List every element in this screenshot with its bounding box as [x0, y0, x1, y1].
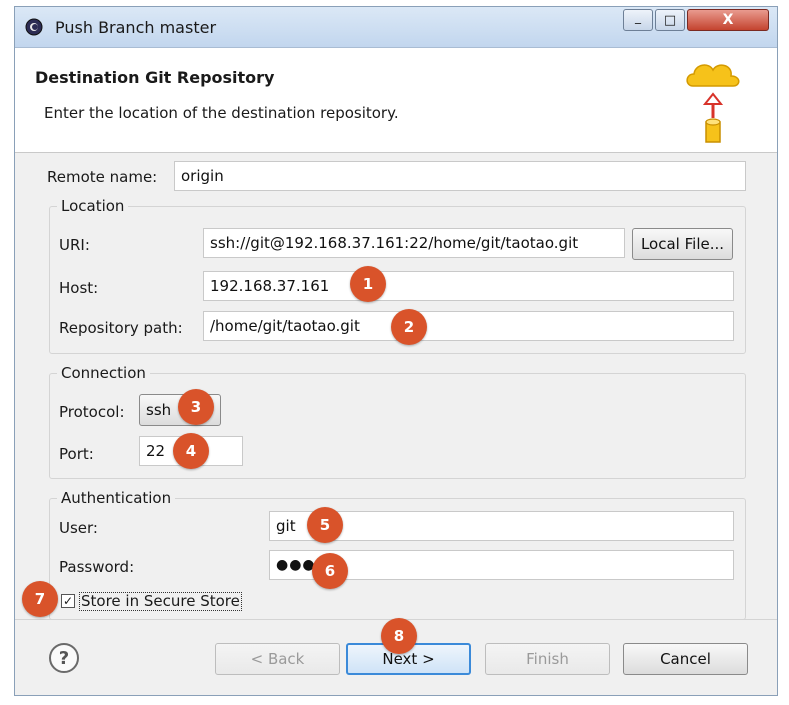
port-label: Port: [59, 445, 94, 463]
annotation-badge: 4 [173, 433, 209, 469]
minimize-button[interactable]: _ [623, 9, 653, 31]
window-title: Push Branch master [55, 18, 217, 37]
close-button[interactable]: X [687, 9, 769, 31]
checkmark-icon: ✓ [62, 594, 74, 608]
page-description: Enter the location of the destination re… [44, 104, 399, 122]
authentication-group-title: Authentication [57, 489, 176, 507]
eclipse-icon [25, 18, 43, 36]
minimize-icon: _ [635, 10, 641, 24]
host-input[interactable]: 192.168.37.161 [203, 271, 734, 301]
user-label: User: [59, 519, 98, 537]
annotation-badge: 8 [381, 618, 417, 654]
annotation-badge: 6 [312, 553, 348, 589]
protocol-value: ssh [146, 401, 172, 419]
annotation-badge: 1 [350, 266, 386, 302]
wizard-header: Destination Git Repository Enter the loc… [15, 48, 777, 153]
maximize-button[interactable]: □ [655, 9, 685, 31]
connection-group-title: Connection [57, 364, 150, 382]
remote-name-label: Remote name: [47, 168, 158, 186]
annotation-badge: 7 [22, 581, 58, 617]
protocol-label: Protocol: [59, 403, 125, 421]
local-file-button[interactable]: Local File... [632, 228, 733, 260]
close-icon: X [722, 12, 734, 28]
maximize-icon: □ [663, 12, 677, 28]
uri-label: URI: [59, 236, 90, 254]
repository-path-input[interactable]: /home/git/taotao.git [203, 311, 734, 341]
store-secure-label: Store in Secure Store [79, 592, 242, 611]
back-button[interactable]: < Back [215, 643, 340, 675]
repository-path-label: Repository path: [59, 319, 183, 337]
annotation-badge: 5 [307, 507, 343, 543]
push-branch-dialog: Push Branch master _ □ X Destination Git… [14, 6, 778, 696]
annotation-badge: 3 [178, 389, 214, 425]
remote-name-input[interactable]: origin [174, 161, 746, 191]
page-title: Destination Git Repository [35, 68, 275, 87]
store-secure-checkbox[interactable]: ✓ [61, 594, 75, 608]
location-group-title: Location [57, 197, 129, 215]
help-icon[interactable]: ? [49, 643, 79, 673]
cancel-button[interactable]: Cancel [623, 643, 748, 675]
finish-button[interactable]: Finish [485, 643, 610, 675]
push-to-cloud-icon [686, 64, 740, 143]
annotation-badge: 2 [391, 309, 427, 345]
password-label: Password: [59, 558, 135, 576]
host-label: Host: [59, 279, 99, 297]
uri-input[interactable]: ssh://git@192.168.37.161:22/home/git/tao… [203, 228, 625, 258]
title-bar: Push Branch master _ □ X [15, 7, 777, 48]
